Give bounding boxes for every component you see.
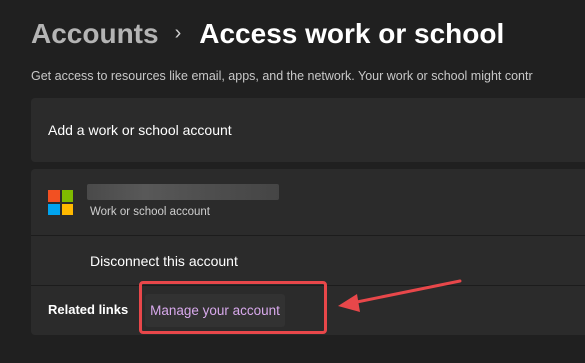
chevron-right-icon: › — [174, 21, 182, 44]
disconnect-account-label: Disconnect this account — [90, 252, 238, 269]
related-links-label: Related links — [48, 302, 129, 317]
account-card: Work or school account Disconnect this a… — [31, 169, 585, 335]
account-name-redacted — [87, 184, 279, 200]
account-type-label: Work or school account — [90, 206, 210, 218]
manage-your-account-link[interactable]: Manage your account — [145, 294, 285, 327]
account-header[interactable]: Work or school account — [31, 169, 585, 235]
add-work-account-label: Add a work or school account — [48, 122, 232, 138]
page-title: Access work or school — [199, 18, 505, 49]
page-description: Get access to resources like email, apps… — [31, 69, 533, 83]
related-links-row: Related links Manage your account — [31, 286, 585, 335]
settings-page: Accounts › Access work or school Get acc… — [0, 0, 585, 363]
breadcrumb: Accounts › Access work or school — [31, 14, 504, 54]
add-work-account-button[interactable]: Add a work or school account — [31, 98, 585, 162]
breadcrumb-accounts[interactable]: Accounts — [31, 18, 159, 50]
microsoft-logo-icon — [48, 190, 73, 215]
disconnect-account-button[interactable]: Disconnect this account — [31, 236, 585, 285]
